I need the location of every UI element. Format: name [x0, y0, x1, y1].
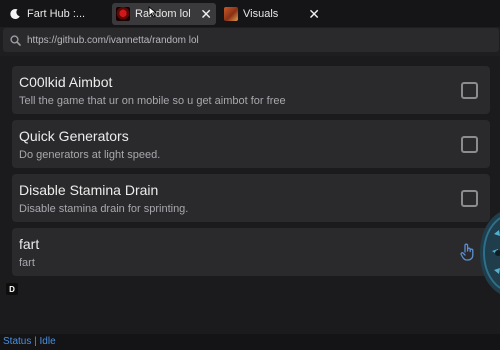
toggle-checkbox[interactable]	[461, 136, 478, 153]
status-bar: Status | Idle	[0, 334, 500, 350]
search-icon	[10, 34, 21, 46]
item-description: Do generators at light speed.	[19, 149, 161, 161]
tab-label: Visuals	[243, 8, 279, 20]
tab-label: Fart Hub :...	[27, 8, 86, 20]
close-icon[interactable]: ✕	[308, 7, 320, 21]
feature-list: C00lkid Aimbot Tell the game that ur on …	[0, 56, 500, 334]
close-icon[interactable]: ✕	[200, 7, 212, 21]
red-thumbnail-icon	[116, 7, 130, 21]
item-title: Quick Generators	[19, 128, 129, 144]
toggle-checkbox[interactable]	[461, 190, 478, 207]
tab-bar: Fart Hub :... Random lol ✕ Visuals ✕	[0, 0, 500, 27]
tab-label: Random lol	[135, 8, 191, 20]
address-bar[interactable]: https://github.com/ivannetta/random lol	[3, 28, 499, 52]
item-title: C00lkid Aimbot	[19, 74, 113, 90]
item-title: fart	[19, 236, 40, 252]
list-item: Disable Stamina Drain Disable stamina dr…	[12, 174, 490, 222]
item-description: fart	[19, 257, 35, 269]
toggle-checkbox[interactable]	[461, 82, 478, 99]
floating-widget-icon[interactable]	[478, 212, 500, 294]
list-item[interactable]: fart fart	[12, 228, 490, 276]
badge: D	[6, 283, 18, 295]
tab-random-lol[interactable]: Random lol ✕	[112, 3, 216, 25]
list-item: Quick Generators Do generators at light …	[12, 120, 490, 168]
item-description: Tell the game that ur on mobile so u get…	[19, 95, 286, 107]
tap-hand-icon[interactable]	[460, 243, 476, 262]
visuals-thumbnail-icon	[224, 7, 238, 21]
address-url: https://github.com/ivannetta/random lol	[27, 34, 199, 46]
item-description: Disable stamina drain for sprinting.	[19, 203, 189, 215]
list-item: C00lkid Aimbot Tell the game that ur on …	[12, 66, 490, 114]
tab-fart-hub[interactable]: Fart Hub :...	[4, 3, 108, 25]
moon-icon	[8, 7, 22, 21]
item-title: Disable Stamina Drain	[19, 182, 159, 198]
tab-visuals[interactable]: Visuals ✕	[220, 3, 324, 25]
mouse-cursor-icon	[148, 6, 158, 18]
